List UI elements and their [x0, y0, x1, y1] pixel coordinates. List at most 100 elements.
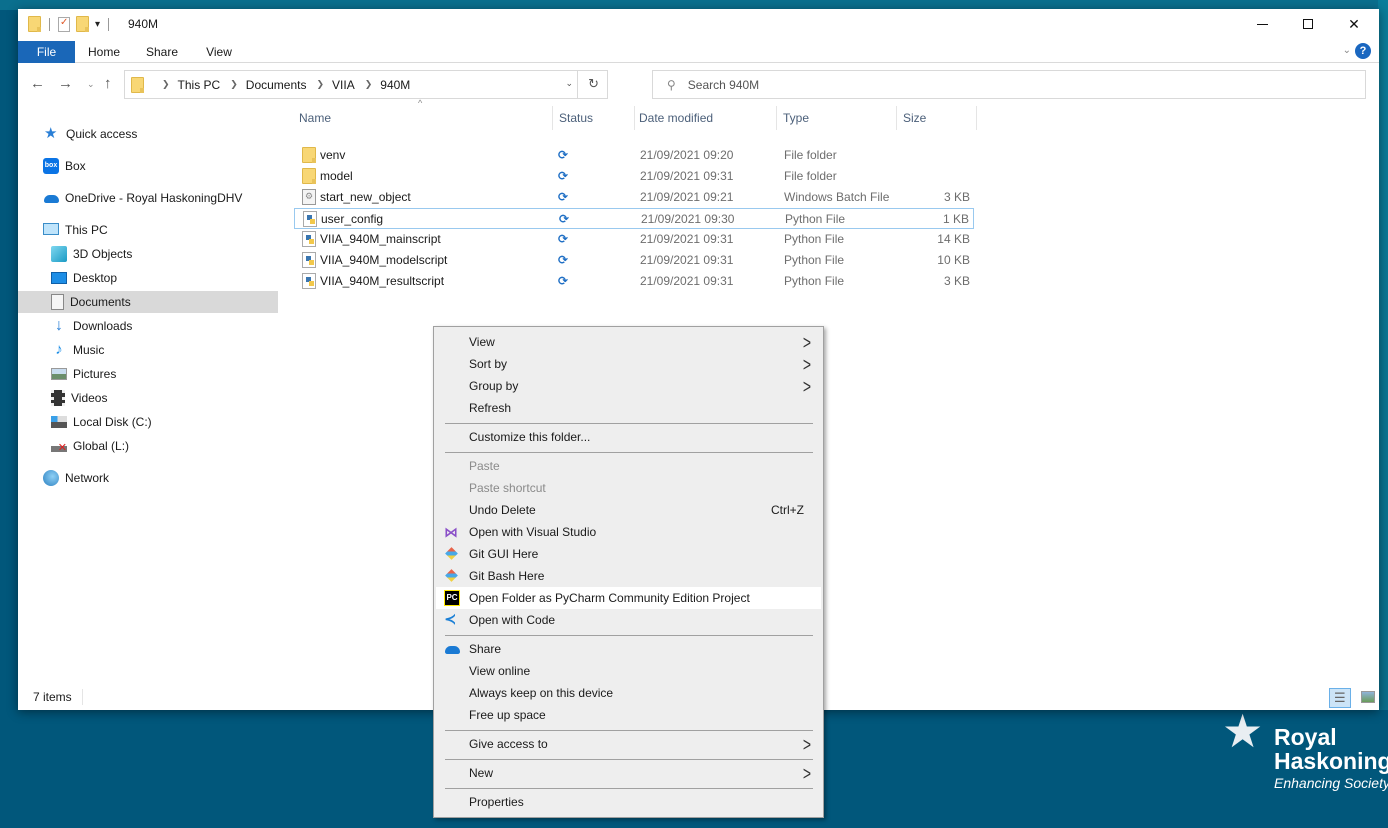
column-header-size[interactable]: Size [903, 104, 973, 132]
sidebar-item-onedrive[interactable]: OneDrive - Royal HaskoningDHV [18, 187, 278, 209]
menu-item-git-bash[interactable]: Git Bash Here [436, 565, 821, 587]
sidebar-item-desktop[interactable]: Desktop [18, 267, 278, 289]
breadcrumb-item[interactable]: ❯ VIIA [314, 78, 354, 92]
title-bar[interactable]: ▾ 940M ✕ [18, 9, 1379, 39]
breadcrumb-item[interactable]: ❯ Documents [228, 78, 306, 92]
file-row-venv[interactable]: venv ⟳ 21/09/2021 09:20 File folder [294, 145, 974, 166]
menu-item-label: Git Bash Here [469, 569, 545, 583]
search-input[interactable] [687, 77, 1288, 92]
file-row-modelscript[interactable]: VIIA_940M_modelscript ⟳ 21/09/2021 09:31… [294, 250, 974, 271]
details-view-button[interactable] [1329, 688, 1351, 708]
file-row-resultscript[interactable]: VIIA_940M_resultscript ⟳ 21/09/2021 09:3… [294, 271, 974, 292]
menu-item-label: Paste shortcut [469, 481, 546, 495]
file-date: 21/09/2021 09:20 [640, 148, 734, 162]
recent-locations-chevron-icon[interactable]: ⌄ [87, 74, 95, 94]
file-row-mainscript[interactable]: VIIA_940M_mainscript ⟳ 21/09/2021 09:31 … [294, 229, 974, 250]
search-icon: ⚲ [667, 77, 676, 92]
menu-item-sort-by[interactable]: Sort by > [436, 353, 821, 375]
python-file-icon [302, 231, 316, 247]
column-divider[interactable] [896, 106, 897, 130]
breadcrumb-this-pc[interactable]: This PC [178, 78, 221, 92]
sidebar-item-local-disk[interactable]: Local Disk (C:) [18, 411, 278, 433]
sidebar-item-quick-access[interactable]: ★ Quick access [18, 123, 278, 145]
new-folder-icon[interactable] [76, 16, 89, 32]
forward-button[interactable]: → [58, 74, 73, 94]
sidebar-item-music[interactable]: ♪ Music [18, 339, 278, 361]
column-header-type[interactable]: Type [783, 104, 893, 132]
column-header-status[interactable]: Status [559, 104, 634, 132]
minimize-button[interactable] [1239, 9, 1285, 39]
tab-share[interactable]: Share [136, 41, 188, 63]
sidebar-item-global-drive[interactable]: ✕ Global (L:) [18, 435, 278, 457]
menu-item-new[interactable]: New > [436, 762, 821, 784]
menu-item-customize-folder[interactable]: Customize this folder... [436, 426, 821, 448]
sync-status-icon: ⟳ [558, 190, 569, 204]
menu-item-undo-delete[interactable]: Undo Delete Ctrl+Z [436, 499, 821, 521]
item-count: 7 items [33, 690, 72, 704]
maximize-icon [1303, 19, 1313, 29]
menu-item-label: Paste [469, 459, 500, 473]
breadcrumb-viia[interactable]: VIIA [332, 78, 355, 92]
breadcrumb-separator-icon: ❯ [230, 79, 238, 89]
sidebar-item-3d-objects[interactable]: 3D Objects [18, 243, 278, 265]
menu-item-give-access[interactable]: Give access to > [436, 733, 821, 755]
file-type: File folder [784, 169, 837, 183]
onedrive-icon [444, 641, 460, 657]
up-button[interactable]: ↑ [104, 74, 112, 94]
sidebar-item-pictures[interactable]: Pictures [18, 363, 278, 385]
breadcrumb-item[interactable]: ❯ 940M [363, 78, 411, 92]
column-header-name[interactable]: Name [299, 104, 549, 132]
menu-item-git-gui[interactable]: Git GUI Here [436, 543, 821, 565]
tab-view[interactable]: View [194, 41, 244, 63]
close-button[interactable]: ✕ [1331, 9, 1377, 39]
menu-item-always-keep[interactable]: Always keep on this device [436, 682, 821, 704]
menu-item-view-online[interactable]: View online [436, 660, 821, 682]
refresh-icon[interactable]: ↻ [588, 76, 599, 92]
breadcrumb-940m[interactable]: 940M [380, 78, 410, 92]
file-row-model[interactable]: model ⟳ 21/09/2021 09:31 File folder [294, 166, 974, 187]
tab-home[interactable]: Home [78, 41, 130, 63]
file-row-start-new-object[interactable]: start_new_object ⟳ 21/09/2021 09:21 Wind… [294, 187, 974, 208]
menu-item-refresh[interactable]: Refresh [436, 397, 821, 419]
menu-item-share[interactable]: Share [436, 638, 821, 660]
column-divider[interactable] [976, 106, 977, 130]
sidebar-item-label: Global (L:) [73, 439, 130, 453]
breadcrumb-documents[interactable]: Documents [246, 78, 307, 92]
column-header-date-modified[interactable]: Date modified [639, 104, 774, 132]
menu-item-open-with-code[interactable]: ≺ Open with Code [436, 609, 821, 631]
menu-separator [445, 452, 813, 453]
menu-item-open-visual-studio[interactable]: ⋈ Open with Visual Studio [436, 521, 821, 543]
tab-file[interactable]: File [18, 41, 75, 63]
expand-ribbon-chevron-icon[interactable]: ⌄ [1343, 45, 1351, 56]
search-box[interactable]: ⚲ [652, 70, 1366, 99]
column-divider[interactable] [552, 106, 553, 130]
large-icons-view-button[interactable] [1361, 691, 1375, 703]
customize-toolbar-dropdown-icon[interactable]: ▾ [95, 19, 100, 30]
sidebar-item-videos[interactable]: Videos [18, 387, 278, 409]
navigation-bar: ← → ⌄ ↑ ❯ This PC ❯ Documents ❯ VIIA ❯ 940M … [18, 69, 1379, 99]
file-type: Python File [784, 232, 845, 246]
breadcrumb-item[interactable]: ❯ This PC [152, 78, 220, 92]
menu-item-free-up-space[interactable]: Free up space [436, 704, 821, 726]
menu-item-open-pycharm[interactable]: PC Open Folder as PyCharm Community Edit… [436, 587, 821, 609]
menu-item-group-by[interactable]: Group by > [436, 375, 821, 397]
menu-item-paste[interactable]: Paste [436, 455, 821, 477]
sidebar-item-documents[interactable]: Documents [18, 291, 278, 313]
sidebar-item-box[interactable]: box Box [18, 155, 278, 177]
menu-item-paste-shortcut[interactable]: Paste shortcut [436, 477, 821, 499]
menu-item-properties[interactable]: Properties [436, 791, 821, 813]
sidebar-item-downloads[interactable]: ↓ Downloads [18, 315, 278, 337]
column-divider[interactable] [776, 106, 777, 130]
sidebar-item-this-pc[interactable]: This PC [18, 219, 278, 241]
file-row-user-config[interactable]: user_config ⟳ 21/09/2021 09:30 Python Fi… [294, 208, 974, 229]
maximize-button[interactable] [1285, 9, 1331, 39]
address-dropdown-chevron-icon[interactable]: ⌄ [565, 78, 573, 89]
sidebar-item-network[interactable]: Network [18, 467, 278, 489]
help-button[interactable]: ? [1355, 43, 1371, 59]
back-button[interactable]: ← [30, 74, 45, 94]
address-bar[interactable]: ❯ This PC ❯ Documents ❯ VIIA ❯ 940M ⌄ ↻ [124, 70, 608, 99]
menu-item-label: Open with Code [469, 613, 556, 627]
properties-icon[interactable] [58, 16, 70, 32]
column-divider[interactable] [634, 106, 635, 130]
menu-item-view[interactable]: View > [436, 331, 821, 353]
